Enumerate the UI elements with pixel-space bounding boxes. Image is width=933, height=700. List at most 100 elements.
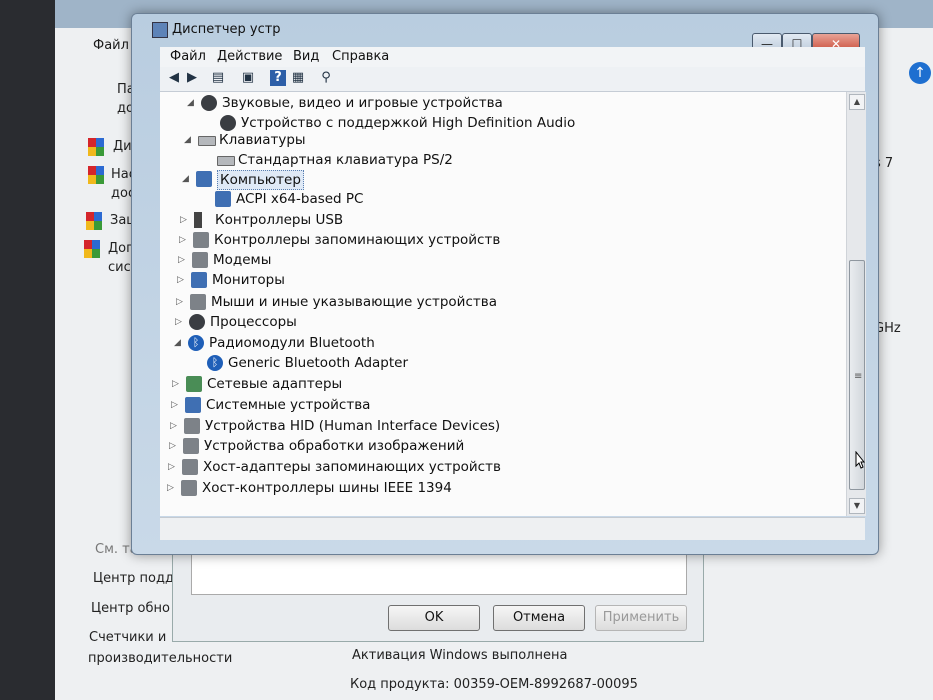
ok-button[interactable]: OK	[388, 605, 480, 631]
menu-action[interactable]: Действие	[217, 49, 282, 64]
bluetooth-icon: ᛒ	[207, 355, 223, 371]
show-hide-icon[interactable]: ▣	[240, 70, 256, 86]
tree-item[interactable]: ▷ Системные устройства	[171, 396, 791, 414]
toolbar: ◀ ▶ ▤ ▣ ? ▦ ⚲	[160, 67, 865, 92]
expand-arrow-icon[interactable]: ▷	[176, 293, 186, 311]
menu-view[interactable]: Вид	[293, 49, 319, 64]
collapse-arrow-icon[interactable]: ◢	[174, 334, 184, 352]
tree-item[interactable]: ▷ Мыши и иные указывающие устройства	[176, 293, 796, 311]
activation-status: Активация Windows выполнена	[352, 648, 568, 663]
collapse-arrow-icon[interactable]: ◢	[182, 170, 192, 188]
tree-item[interactable]: ◢ Звуковые, видео и игровые устройства	[187, 94, 807, 112]
tree-item-label: ACPI x64-based PC	[236, 191, 364, 207]
tree-item[interactable]: ACPI x64-based PC	[201, 190, 821, 208]
tree-item[interactable]: ▷ Контроллеры запоминающих устройств	[179, 231, 799, 249]
scroll-down-arrow-icon[interactable]: ▼	[849, 498, 865, 514]
menu-file[interactable]: Файл	[170, 49, 206, 64]
apply-button[interactable]: Применить	[595, 605, 687, 631]
expand-arrow-icon[interactable]: ▷	[178, 251, 188, 269]
tree-item-label: Звуковые, видео и игровые устройства	[222, 95, 503, 111]
bluetooth-icon: ᛒ	[188, 335, 204, 351]
tree-item[interactable]: ▷ Устройства обработки изображений	[169, 437, 789, 455]
link-performance[interactable]: Счетчики и	[89, 630, 166, 645]
storage-controller-icon	[193, 232, 209, 248]
collapse-arrow-icon[interactable]: ◢	[187, 94, 197, 112]
tree-item[interactable]: ▷ Процессоры	[175, 313, 795, 331]
system-icon	[185, 397, 201, 413]
tree-item-label: Устройства обработки изображений	[204, 438, 465, 454]
mouse-cursor-icon	[855, 451, 865, 469]
expand-arrow-icon[interactable]: ▷	[169, 437, 179, 455]
properties-icon[interactable]: ▤	[210, 70, 226, 86]
help-icon[interactable]: ?	[270, 70, 286, 86]
monitor-icon	[191, 272, 207, 288]
back-arrow-icon[interactable]: ◀	[166, 70, 182, 86]
tree-item-label: Хост-контроллеры шины IEEE 1394	[202, 480, 452, 496]
expand-arrow-icon[interactable]: ▷	[172, 375, 182, 393]
speaker-icon	[201, 95, 217, 111]
menu-bar: Файл Действие Вид Справка	[160, 47, 865, 67]
tree-item-label: Устройства HID (Human Interface Devices)	[205, 418, 501, 434]
tree-item[interactable]: ▷ Устройства HID (Human Interface Devices…	[170, 417, 790, 435]
shield-icon	[84, 240, 100, 258]
computer-icon	[196, 171, 212, 187]
device-tree: ◢ Звуковые, видео и игровые устройства Уст…	[160, 92, 846, 516]
forward-arrow-icon[interactable]: ▶	[184, 70, 200, 86]
tree-item[interactable]: ◢ ᛒ Радиомодули Bluetooth	[174, 334, 794, 352]
tree-item[interactable]: Устройство с поддержкой High Definition …	[206, 114, 826, 132]
product-key: Код продукта: 00359-OEM-8992687-00095	[350, 677, 638, 692]
tree-item-label: Контроллеры USB	[215, 212, 344, 228]
tree-item[interactable]: ◢ Клавиатуры	[184, 131, 804, 149]
expand-arrow-icon[interactable]: ▷	[171, 396, 181, 414]
window-title: Диспетчер устр	[172, 22, 281, 37]
menu-help[interactable]: Справка	[332, 49, 389, 64]
tree-item-label: Сетевые адаптеры	[207, 376, 343, 392]
device-manager-window: Диспетчер устр — ☐ ✕ Файл Действие Вид С…	[131, 13, 879, 555]
tree-item[interactable]: Стандартная клавиатура PS/2	[203, 151, 823, 169]
expand-arrow-icon[interactable]: ▷	[175, 313, 185, 331]
camera-icon	[183, 438, 199, 454]
tree-item[interactable]: ᛒ Generic Bluetooth Adapter	[193, 354, 813, 372]
tree-item-label: Модемы	[213, 252, 272, 268]
scan-hardware-icon[interactable]: ⚲	[318, 70, 334, 86]
processor-icon	[189, 314, 205, 330]
tree-item-label: Мыши и иные указывающие устройства	[211, 294, 497, 310]
tree-item-label: Процессоры	[210, 314, 297, 330]
keyboard-icon	[198, 136, 216, 146]
tree-item[interactable]: ▷ Хост-адаптеры запоминающих устройств	[168, 458, 788, 476]
grip-icon: ≡	[854, 371, 863, 382]
device-manager-icon	[152, 22, 168, 38]
tree-item-label: Клавиатуры	[219, 132, 306, 148]
collapse-arrow-icon[interactable]: ◢	[184, 131, 194, 149]
scroll-up-arrow-icon[interactable]: ▲	[849, 94, 865, 110]
expand-arrow-icon[interactable]: ▷	[180, 211, 190, 229]
link-performance-2[interactable]: производительности	[88, 651, 232, 666]
network-icon	[186, 376, 202, 392]
tree-item-label: Generic Bluetooth Adapter	[228, 355, 409, 371]
expand-arrow-icon[interactable]: ▷	[167, 479, 177, 497]
mouse-icon	[190, 294, 206, 310]
expand-arrow-icon[interactable]: ▷	[168, 458, 178, 476]
tree-item[interactable]: ◢ Компьютер	[182, 170, 802, 190]
tree-item-label: Радиомодули Bluetooth	[209, 335, 375, 351]
tree-item[interactable]: ▷ Сетевые адаптеры	[172, 375, 792, 393]
tree-item-label: Мониторы	[212, 272, 285, 288]
expand-arrow-icon[interactable]: ▷	[177, 271, 187, 289]
link-support-center[interactable]: Центр подде	[93, 571, 182, 586]
view-icon[interactable]: ▦	[290, 70, 306, 86]
tree-item[interactable]: ▷ Мониторы	[177, 271, 797, 289]
up-arrow-icon[interactable]: ↑	[909, 62, 931, 84]
cancel-button[interactable]: Отмена	[493, 605, 585, 631]
status-bar	[160, 517, 865, 540]
menu-file[interactable]: Файл	[93, 38, 129, 53]
expand-arrow-icon[interactable]: ▷	[179, 231, 189, 249]
tree-item[interactable]: ▷ Контроллеры USB	[180, 211, 800, 229]
storage-host-icon	[182, 459, 198, 475]
tree-item-label: Системные устройства	[206, 397, 371, 413]
tree-item-label: Контроллеры запоминающих устройств	[214, 232, 501, 248]
tree-item-label: Хост-адаптеры запоминающих устройств	[203, 459, 501, 475]
expand-arrow-icon[interactable]: ▷	[170, 417, 180, 435]
tree-item[interactable]: ▷ Хост-контроллеры шины IEEE 1394	[167, 479, 787, 497]
tree-item[interactable]: ▷ Модемы	[178, 251, 798, 269]
link-update-center[interactable]: Центр обно	[91, 601, 170, 616]
